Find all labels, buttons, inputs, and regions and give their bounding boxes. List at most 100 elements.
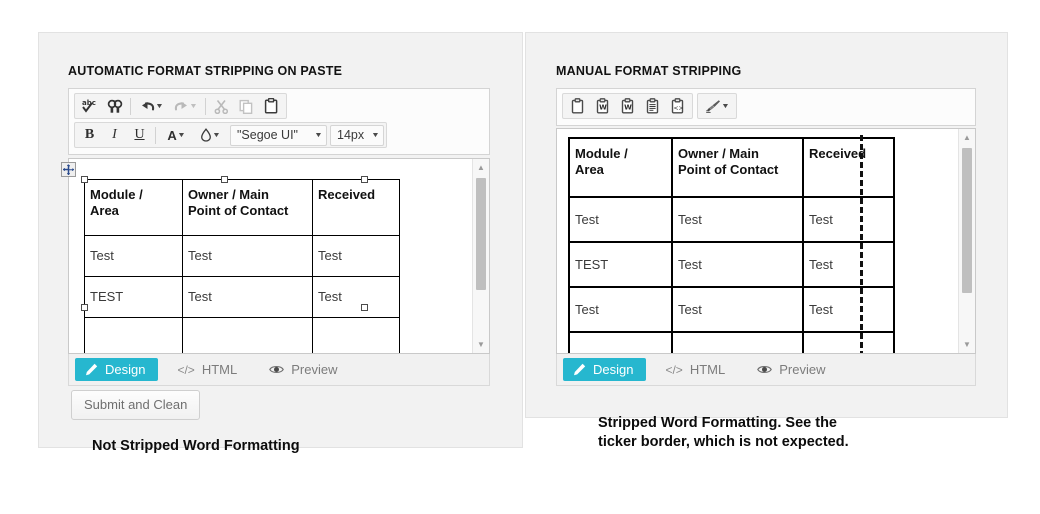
paste-icon[interactable]	[259, 95, 284, 117]
right-toolbar-group-stripper: ▼	[697, 93, 737, 119]
header-cell-received: Received	[802, 137, 895, 198]
font-family-select[interactable]: "Segoe UI" ▼	[230, 124, 327, 146]
right-content-scrollbar[interactable]: ▲ ▼	[958, 129, 975, 353]
cell	[568, 331, 673, 353]
tab-design-label: Design	[593, 362, 634, 377]
cell: Test	[671, 286, 804, 333]
table-row: Module / Area Owner / Main Point of Contac…	[84, 179, 400, 236]
spellcheck-icon[interactable]: abc	[77, 95, 102, 117]
selection-handle-bottom-left[interactable]	[81, 304, 88, 311]
cell: Test	[802, 241, 895, 288]
svg-text:W: W	[624, 104, 632, 112]
cell: Test	[312, 235, 400, 277]
selection-handle-top-left[interactable]	[81, 176, 88, 183]
paste-as-html-icon[interactable]: <>	[665, 95, 690, 117]
cell: TEST	[84, 276, 183, 318]
toolbar-separator	[155, 126, 156, 144]
svg-text:W: W	[599, 104, 607, 112]
submit-and-clean-button[interactable]: Submit and Clean	[71, 390, 201, 420]
pencil-icon	[573, 363, 586, 376]
font-size-select[interactable]: 14px ▼	[330, 124, 384, 146]
header-cell-owner: Owner / Main Point of Contact	[182, 179, 313, 236]
cell: Test	[568, 286, 673, 333]
selection-handle-top-right[interactable]	[361, 176, 368, 183]
scroll-down-icon[interactable]: ▼	[959, 336, 975, 353]
table-row: Test Test Test	[568, 286, 895, 333]
header-cell-owner: Owner / Main Point of Contact	[671, 137, 804, 198]
right-caption: Stripped Word Formatting. See the ticker …	[598, 415, 849, 451]
right-editor-content[interactable]: Module / Area Owner / Main Point of Contac…	[556, 128, 976, 354]
left-toolbar-group-1: abc ▼ ▼	[74, 93, 287, 119]
paste-icon[interactable]	[565, 95, 590, 117]
font-color-caret[interactable]: ▼	[177, 132, 186, 139]
selection-handle-top-center[interactable]	[221, 176, 228, 183]
left-editor-content[interactable]: Module / Area Owner / Main Point of Contac…	[68, 158, 490, 354]
cell: Test	[182, 276, 313, 318]
redo-icon[interactable]: ▼	[168, 95, 202, 117]
cell: Test	[802, 196, 895, 243]
highlight-caret[interactable]: ▼	[212, 132, 221, 139]
underline-icon[interactable]: U	[127, 124, 152, 146]
copy-icon[interactable]	[234, 95, 259, 117]
font-color-icon[interactable]: A ▼	[159, 124, 193, 146]
cell: Test	[671, 241, 804, 288]
scroll-up-icon[interactable]: ▲	[959, 129, 975, 146]
left-editor-tabbar: Design </> HTML Preview	[68, 354, 490, 386]
left-toolbar-row-2: B I U A ▼ ▼ "Segoe UI" ▼ 14px ▼	[69, 119, 489, 148]
header-cell-module: Module / Area	[84, 179, 183, 236]
scroll-thumb[interactable]	[962, 148, 972, 293]
format-stripper-icon[interactable]: ▼	[700, 95, 734, 117]
tab-html-label: HTML	[689, 362, 726, 377]
undo-dropdown-caret[interactable]: ▼	[155, 103, 164, 110]
cut-icon[interactable]	[209, 95, 234, 117]
paste-from-word-icon[interactable]: W	[590, 95, 615, 117]
highlight-icon[interactable]: ▼	[193, 124, 227, 146]
tab-design[interactable]: Design	[75, 358, 159, 381]
left-editor-toolbar-container: abc ▼ ▼ B I U A ▼ ▼ "Segoe UI" ▼ 14px ▼	[68, 88, 490, 155]
cell	[802, 331, 895, 353]
format-stripper-caret[interactable]: ▼	[721, 103, 730, 110]
selection-handle-bottom-right[interactable]	[361, 304, 368, 311]
cell: Test	[312, 276, 400, 318]
scroll-thumb[interactable]	[476, 178, 486, 290]
find-replace-icon[interactable]	[102, 95, 127, 117]
undo-icon[interactable]: ▼	[134, 95, 168, 117]
cell	[671, 331, 804, 353]
right-toolbar-group-paste: W W <>	[562, 93, 693, 119]
scroll-up-icon[interactable]: ▲	[473, 159, 489, 176]
tab-html[interactable]: </> HTML	[655, 358, 738, 381]
tab-html[interactable]: </> HTML	[167, 358, 250, 381]
table-move-icon[interactable]	[61, 162, 76, 177]
scroll-down-icon[interactable]: ▼	[473, 336, 489, 353]
toolbar-separator	[130, 97, 131, 115]
left-toolbar-row-1: abc ▼ ▼	[69, 89, 489, 119]
eye-icon	[757, 364, 773, 375]
right-word-table[interactable]: Module / Area Owner / Main Point of Contac…	[568, 137, 895, 353]
left-word-table[interactable]: Module / Area Owner / Main Point of Contac…	[84, 179, 400, 353]
ticker-border-artifact	[860, 135, 863, 353]
table-row	[568, 331, 895, 353]
cell	[84, 317, 183, 353]
left-caption: Not Stripped Word Formatting	[92, 438, 300, 454]
cell: TEST	[568, 241, 673, 288]
redo-dropdown-caret[interactable]: ▼	[189, 103, 198, 110]
tab-preview[interactable]: Preview	[747, 358, 838, 381]
bold-icon[interactable]: B	[77, 124, 102, 146]
svg-text:<>: <>	[673, 105, 683, 112]
table-row	[84, 317, 400, 353]
paste-plain-text-icon[interactable]	[640, 95, 665, 117]
table-row: TEST Test Test	[568, 241, 895, 288]
paste-from-word-clean-icon[interactable]: W	[615, 95, 640, 117]
right-toolbar-row-1: W W <> ▼	[557, 89, 975, 119]
code-icon: </>	[177, 362, 195, 377]
cell	[312, 317, 400, 353]
font-size-value: 14px	[337, 128, 365, 142]
tab-preview[interactable]: Preview	[259, 358, 350, 381]
left-panel-heading: AUTOMATIC FORMAT STRIPPING ON PASTE	[68, 64, 343, 78]
table-row: Module / Area Owner / Main Point of Contac…	[568, 137, 895, 198]
italic-icon[interactable]: I	[102, 124, 127, 146]
right-editor-tabbar: Design </> HTML Preview	[556, 354, 976, 386]
tab-design[interactable]: Design	[563, 358, 647, 381]
eye-icon	[269, 364, 285, 375]
left-content-scrollbar[interactable]: ▲ ▼	[472, 159, 489, 353]
